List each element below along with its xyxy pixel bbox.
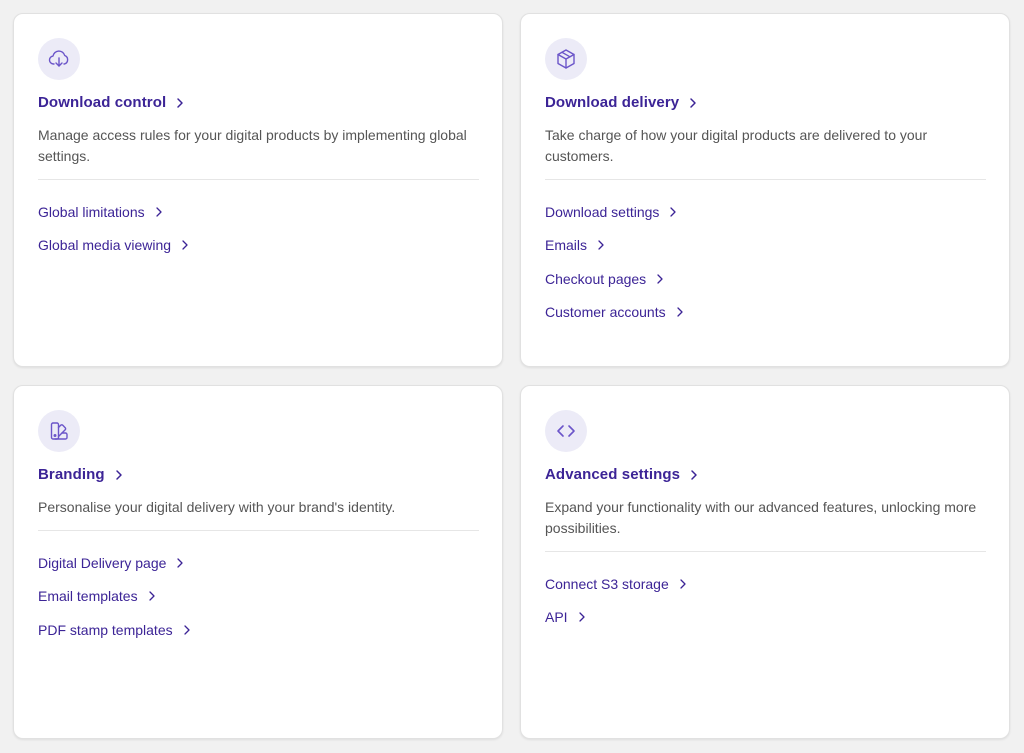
link-checkout-pages[interactable]: Checkout pages <box>545 262 985 296</box>
chevron-right-icon <box>690 97 696 108</box>
link-list: Digital Delivery page Email templates PD… <box>38 546 478 647</box>
chevron-right-icon <box>177 97 184 108</box>
link-download-settings[interactable]: Download settings <box>545 195 985 229</box>
chevron-right-icon <box>148 591 155 601</box>
card-description: Expand your functionality with our advan… <box>545 499 977 536</box>
code-icon <box>545 410 587 452</box>
card-branding: Branding Personalise your digital delive… <box>13 385 503 739</box>
download-delivery-link[interactable]: Download delivery <box>545 94 985 111</box>
link-list: Connect S3 storage API <box>545 567 985 634</box>
link-label: Checkout pages <box>545 270 647 287</box>
link-digital-delivery-page[interactable]: Digital Delivery page <box>38 546 478 580</box>
link-global-media-viewing[interactable]: Global media viewing <box>38 229 478 263</box>
chevron-right-icon <box>177 558 184 568</box>
chevron-right-icon <box>676 307 683 317</box>
cloud-download-icon <box>38 38 80 80</box>
card-download-delivery: Download delivery Take charge of how you… <box>520 13 1010 367</box>
chevron-right-icon <box>578 612 585 622</box>
link-connect-s3-storage[interactable]: Connect S3 storage <box>545 567 985 601</box>
divider <box>545 179 986 180</box>
branding-link[interactable]: Branding <box>38 466 478 483</box>
link-label: Connect S3 storage <box>545 575 669 592</box>
link-label: Customer accounts <box>545 304 666 321</box>
divider <box>38 530 479 531</box>
link-email-templates[interactable]: Email templates <box>38 580 478 614</box>
link-api[interactable]: API <box>545 601 985 635</box>
card-title: Advanced settings <box>545 466 681 483</box>
chevron-right-icon <box>691 469 697 480</box>
card-description: Manage access rules for your digital pro… <box>38 127 467 164</box>
chevron-right-icon <box>183 625 190 635</box>
link-label: Global limitations <box>38 203 145 220</box>
chevron-right-icon <box>115 469 122 480</box>
link-label: PDF stamp templates <box>38 621 173 638</box>
link-label: API <box>545 609 568 626</box>
card-title: Branding <box>38 466 105 483</box>
chevron-right-icon <box>182 240 188 250</box>
link-label: Email templates <box>38 588 138 605</box>
link-pdf-stamp-templates[interactable]: PDF stamp templates <box>38 613 478 647</box>
divider <box>545 551 986 552</box>
link-list: Download settings Emails Checkout pages … <box>545 195 985 329</box>
chevron-right-icon <box>598 240 604 250</box>
card-advanced-settings: Advanced settings Expand your functional… <box>520 385 1010 739</box>
advanced-settings-link[interactable]: Advanced settings <box>545 466 985 483</box>
chevron-right-icon <box>670 207 677 217</box>
chevron-right-icon <box>657 274 663 284</box>
link-emails[interactable]: Emails <box>545 229 985 263</box>
chevron-right-icon <box>680 579 686 589</box>
link-list: Global limitations Global media viewing <box>38 195 478 262</box>
link-label: Global media viewing <box>38 237 172 254</box>
link-customer-accounts[interactable]: Customer accounts <box>545 296 985 330</box>
link-global-limitations[interactable]: Global limitations <box>38 195 478 229</box>
download-control-link[interactable]: Download control <box>38 94 478 111</box>
cube-icon <box>545 38 587 80</box>
link-label: Download settings <box>545 203 660 220</box>
link-label: Digital Delivery page <box>38 554 167 571</box>
card-title: Download delivery <box>545 94 680 111</box>
chevron-right-icon <box>155 207 162 217</box>
settings-grid: Download control Manage access rules for… <box>0 0 1024 753</box>
card-description: Take charge of how your digital products… <box>545 127 928 164</box>
card-title: Download control <box>38 94 167 111</box>
card-download-control: Download control Manage access rules for… <box>13 13 503 367</box>
link-label: Emails <box>545 237 588 254</box>
palette-icon <box>38 410 80 452</box>
card-description: Personalise your digital delivery with y… <box>38 499 396 515</box>
divider <box>38 179 479 180</box>
